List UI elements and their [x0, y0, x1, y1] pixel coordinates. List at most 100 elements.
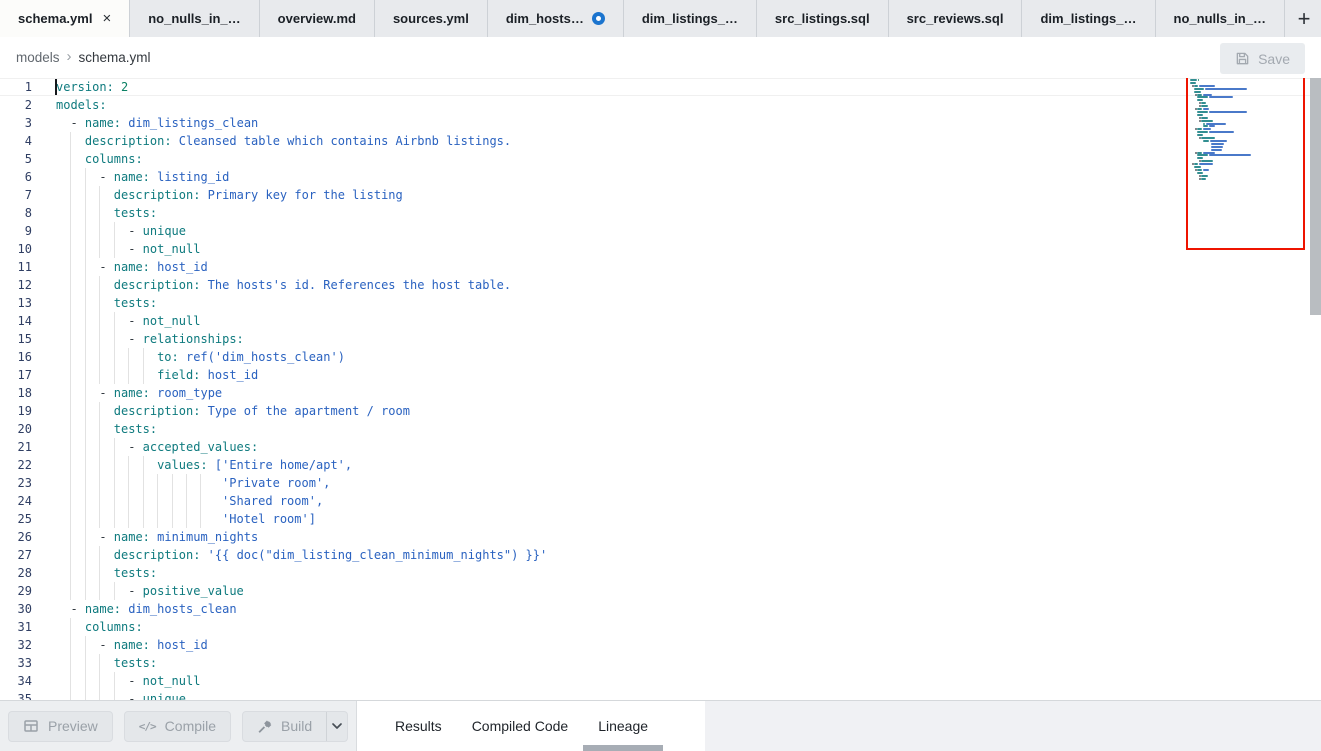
code-line-text: 'Private room', — [56, 474, 330, 492]
line-number: 25 — [0, 510, 32, 528]
code-lines[interactable]: 1version: 22models:3- name: dim_listings… — [0, 78, 1321, 700]
build-button-label: Build — [281, 718, 312, 734]
preview-button-label: Preview — [48, 718, 98, 734]
code-line[interactable]: 24'Shared room', — [0, 492, 1321, 510]
line-number: 22 — [0, 456, 32, 474]
code-line-text: - not_null — [56, 312, 200, 330]
code-line[interactable]: 22 values: ['Entire home/apt', — [0, 456, 1321, 474]
code-line[interactable]: 34- not_null — [0, 672, 1321, 690]
editor-tab-label: schema.yml — [18, 11, 92, 26]
code-line-text: - name: host_id — [56, 258, 208, 276]
code-line[interactable]: 32- name: host_id — [0, 636, 1321, 654]
code-line[interactable]: 33tests: — [0, 654, 1321, 672]
editor-scrollbar[interactable] — [1310, 78, 1321, 315]
editor-tab-label: no_nulls_in_… — [1174, 11, 1266, 26]
line-number: 12 — [0, 276, 32, 294]
build-options-button[interactable] — [326, 712, 347, 741]
code-line-text: columns: — [56, 618, 143, 636]
code-line-text: - relationships: — [56, 330, 244, 348]
code-line[interactable]: 6- name: listing_id — [0, 168, 1321, 186]
line-number: 1 — [0, 78, 32, 96]
editor-tab[interactable]: no_nulls_in_… — [130, 0, 259, 37]
line-number: 23 — [0, 474, 32, 492]
line-number: 33 — [0, 654, 32, 672]
code-line[interactable]: 14 - not_null — [0, 312, 1321, 330]
code-line[interactable]: 2models: — [0, 96, 1321, 114]
code-line[interactable]: 23 'Private room', — [0, 474, 1321, 492]
compile-button[interactable]: </> Compile — [124, 711, 231, 742]
code-line-text: - name: dim_listings_clean — [56, 114, 258, 132]
save-button[interactable]: Save — [1220, 43, 1305, 74]
code-line[interactable]: 15- relationships: — [0, 330, 1321, 348]
code-line[interactable]: 11 - name: host_id — [0, 258, 1321, 276]
minimap[interactable] — [1190, 78, 1302, 700]
editor-tab[interactable]: dim_listings_… — [1022, 0, 1155, 37]
editor-tab-label: src_listings.sql — [775, 11, 870, 26]
panel-tab-results[interactable]: Results — [395, 701, 442, 751]
editor-tab[interactable]: schema.yml × — [0, 0, 130, 37]
code-line[interactable]: 13tests: — [0, 294, 1321, 312]
line-number: 20 — [0, 420, 32, 438]
code-line[interactable]: 26 - name: minimum_nights — [0, 528, 1321, 546]
line-number: 26 — [0, 528, 32, 546]
build-split-button: Build — [242, 711, 348, 742]
code-line[interactable]: 7description: Primary key for the listin… — [0, 186, 1321, 204]
code-editor[interactable]: 1version: 22models:3- name: dim_listings… — [0, 78, 1321, 700]
line-number: 14 — [0, 312, 32, 330]
bottom-bar: Preview </> Compile Build Results Compile… — [0, 700, 1321, 751]
minimap-viewport[interactable] — [1186, 78, 1305, 250]
panel-tab-lineage[interactable]: Lineage — [598, 701, 648, 751]
code-line[interactable]: 5columns: — [0, 150, 1321, 168]
code-line[interactable]: 9- unique — [0, 222, 1321, 240]
panel-tab-compiled-code[interactable]: Compiled Code — [472, 701, 569, 751]
build-button[interactable]: Build — [243, 712, 326, 741]
result-panel-tabs: Results Compiled Code Lineage — [357, 701, 1321, 751]
close-icon[interactable]: × — [102, 10, 111, 27]
line-number: 11 — [0, 258, 32, 276]
new-tab-button[interactable]: + — [1287, 2, 1321, 36]
editor-tab[interactable]: src_reviews.sql — [889, 0, 1023, 37]
editor-tab[interactable]: sources.yml — [375, 0, 488, 37]
code-line[interactable]: 18- name: room_type — [0, 384, 1321, 402]
code-line-text: - unique — [56, 690, 186, 700]
code-line[interactable]: 19description: Type of the apartment / r… — [0, 402, 1321, 420]
code-line[interactable]: 35- unique — [0, 690, 1321, 700]
code-line-text: tests: — [56, 204, 157, 222]
code-line[interactable]: 25 'Hotel room'] — [0, 510, 1321, 528]
line-number: 34 — [0, 672, 32, 690]
code-line[interactable]: 17field: host_id — [0, 366, 1321, 384]
breadcrumb-folder[interactable]: models — [16, 50, 60, 65]
line-number: 16 — [0, 348, 32, 366]
code-line[interactable]: 10- not_null — [0, 240, 1321, 258]
editor-tab[interactable]: no_nulls_in_… — [1156, 0, 1285, 37]
code-line-text: to: ref('dim_hosts_clean') — [56, 348, 345, 366]
code-line-text: values: ['Entire home/apt', — [56, 456, 352, 474]
table-icon — [23, 718, 39, 734]
preview-button[interactable]: Preview — [8, 711, 113, 742]
editor-tab[interactable]: src_listings.sql — [757, 0, 889, 37]
open-file-tabs: schema.yml×no_nulls_in_…overview.mdsourc… — [0, 0, 1285, 37]
code-line[interactable]: 12description: The hosts's id. Reference… — [0, 276, 1321, 294]
code-line[interactable]: 3- name: dim_listings_clean — [0, 114, 1321, 132]
code-line[interactable]: 1version: 2 — [0, 78, 1321, 96]
code-line[interactable]: 30- name: dim_hosts_clean — [0, 600, 1321, 618]
code-line[interactable]: 27description: '{{ doc("dim_listing_clea… — [0, 546, 1321, 564]
code-line-text: models: — [56, 96, 107, 114]
code-line[interactable]: 28tests: — [0, 564, 1321, 582]
code-line[interactable]: 16 to: ref('dim_hosts_clean') — [0, 348, 1321, 366]
code-line[interactable]: 31columns: — [0, 618, 1321, 636]
code-line[interactable]: 4description: Cleansed table which conta… — [0, 132, 1321, 150]
code-line[interactable]: 8tests: — [0, 204, 1321, 222]
code-line-text: - accepted_values: — [56, 438, 258, 456]
editor-tab[interactable]: dim_hosts… — [488, 0, 624, 37]
code-line[interactable]: 29- positive_value — [0, 582, 1321, 600]
code-line[interactable]: 20tests: — [0, 420, 1321, 438]
editor-tab[interactable]: overview.md — [260, 0, 375, 37]
code-line-text: - name: minimum_nights — [56, 528, 258, 546]
code-line-text: 'Hotel room'] — [56, 510, 316, 528]
editor-tab[interactable]: dim_listings_… — [624, 0, 757, 37]
unsaved-dot-icon — [592, 12, 605, 25]
editor-tab-label: src_reviews.sql — [907, 11, 1004, 26]
code-line-text: description: Primary key for the listing — [56, 186, 403, 204]
code-line[interactable]: 21- accepted_values: — [0, 438, 1321, 456]
